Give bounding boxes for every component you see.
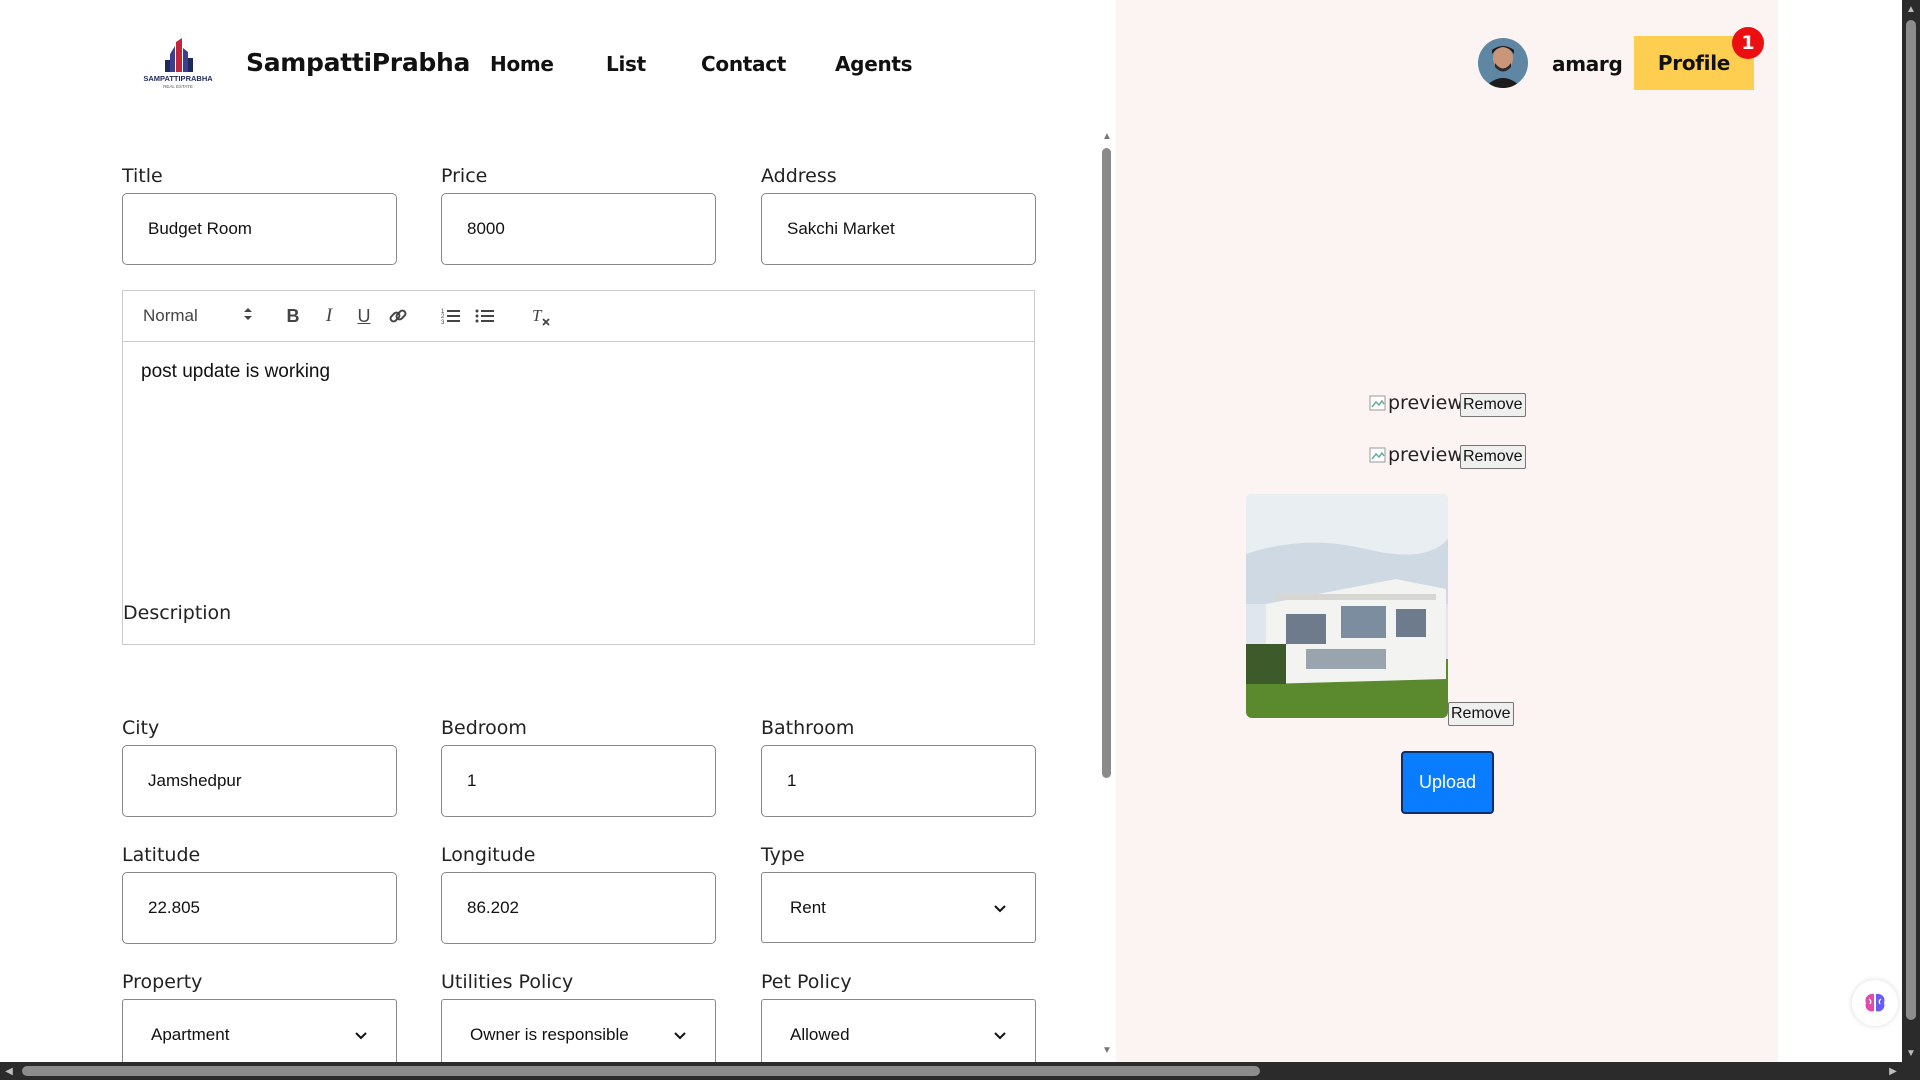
editor-content[interactable]: post update is working: [141, 361, 330, 383]
type-label: Type: [761, 844, 805, 866]
bedroom-label: Bedroom: [441, 717, 527, 739]
bathroom-label: Bathroom: [761, 717, 855, 739]
page-scroll-left-arrow[interactable]: ◀: [2, 1064, 16, 1078]
page-horizontal-thumb[interactable]: [22, 1066, 1260, 1076]
ordered-list-icon[interactable]: 123: [439, 303, 463, 329]
page-scroll-down-arrow[interactable]: ▼: [1904, 1046, 1918, 1060]
avatar[interactable]: [1478, 38, 1528, 88]
remove-image-2-button[interactable]: Remove: [1460, 445, 1526, 469]
remove-image-1-button[interactable]: Remove: [1460, 393, 1526, 417]
utilities-select[interactable]: Owner is responsible: [441, 999, 716, 1070]
pet-policy-label: Pet Policy: [761, 971, 852, 993]
city-input[interactable]: Jamshedpur: [122, 745, 397, 817]
longitude-input[interactable]: 86.202: [441, 872, 716, 944]
format-select[interactable]: Normal: [143, 303, 253, 329]
svg-text:T: T: [532, 306, 543, 325]
preview-alt-text: preview: [1388, 392, 1463, 414]
price-label: Price: [441, 165, 488, 187]
city-label: City: [122, 717, 160, 739]
nav-agents[interactable]: Agents: [835, 52, 913, 76]
page-vertical-thumb[interactable]: [1906, 20, 1916, 1020]
house-photo: [1246, 494, 1448, 718]
nav-contact[interactable]: Contact: [701, 52, 786, 76]
remove-image-3-button[interactable]: Remove: [1448, 702, 1514, 726]
brain-icon[interactable]: [1852, 980, 1898, 1026]
preview-alt-text: preview: [1388, 444, 1463, 466]
underline-icon[interactable]: U: [352, 303, 376, 329]
longitude-label: Longitude: [441, 844, 536, 866]
chevron-down-icon: [994, 904, 1006, 912]
nav-home[interactable]: Home: [490, 52, 554, 76]
scroll-up-arrow[interactable]: ▲: [1101, 130, 1113, 142]
latitude-label: Latitude: [122, 844, 201, 866]
scroll-down-arrow[interactable]: ▼: [1101, 1044, 1113, 1056]
notification-badge: 1: [1732, 27, 1764, 59]
logo-subtext: REAL ESTATE: [163, 84, 193, 89]
preview-image-2: preview: [1368, 444, 1463, 466]
address-label: Address: [761, 165, 837, 187]
page-scroll-up-arrow[interactable]: ▲: [1904, 2, 1918, 16]
bullet-list-icon[interactable]: [473, 303, 497, 329]
logo-text: SAMPATTIPRABHA: [143, 74, 213, 83]
brand-name[interactable]: SampattiPrabha: [246, 48, 470, 77]
page-scroll-right-arrow[interactable]: ▶: [1886, 1064, 1900, 1078]
bedroom-input[interactable]: 1: [441, 745, 716, 817]
page-vertical-scrollbar[interactable]: ▲ ▼: [1902, 0, 1920, 1062]
nav-list[interactable]: List: [606, 52, 646, 76]
title-input[interactable]: Budget Room: [122, 193, 397, 265]
type-select[interactable]: Rent: [761, 872, 1036, 943]
pet-policy-select[interactable]: Allowed: [761, 999, 1036, 1070]
page-horizontal-scrollbar[interactable]: ◀ ▶: [0, 1062, 1920, 1080]
upload-button[interactable]: Upload: [1401, 751, 1494, 814]
username[interactable]: amarg: [1552, 52, 1623, 76]
bathroom-input[interactable]: 1: [761, 745, 1036, 817]
chevron-down-icon: [355, 1031, 367, 1039]
description-editor[interactable]: Normal B I U 123 T post update is workin…: [122, 290, 1035, 645]
chevron-down-icon: [994, 1031, 1006, 1039]
latitude-input[interactable]: 22.805: [122, 872, 397, 944]
address-input[interactable]: Sakchi Market: [761, 193, 1036, 265]
brand-logo[interactable]: SAMPATTIPRABHA REAL ESTATE: [140, 36, 216, 90]
link-icon[interactable]: [386, 303, 410, 329]
broken-image-icon: [1369, 395, 1386, 411]
utilities-label: Utilities Policy: [441, 971, 574, 993]
editor-toolbar: Normal B I U 123 T: [123, 291, 1034, 342]
type-select-value: Rent: [790, 897, 826, 917]
pet-policy-select-value: Allowed: [790, 1024, 850, 1044]
bold-icon[interactable]: B: [281, 303, 305, 329]
format-select-value: Normal: [143, 306, 198, 325]
svg-text:3: 3: [441, 320, 445, 325]
preview-image-1: preview: [1368, 392, 1463, 414]
property-select-value: Apartment: [151, 1024, 230, 1044]
utilities-select-value: Owner is responsible: [470, 1024, 629, 1044]
description-label: Description: [123, 602, 232, 624]
clear-format-icon[interactable]: T: [529, 303, 553, 329]
property-select[interactable]: Apartment: [122, 999, 397, 1070]
property-label: Property: [122, 971, 203, 993]
title-label: Title: [122, 165, 163, 187]
form-scrollbar-thumb[interactable]: [1102, 148, 1111, 778]
chevron-down-icon: [674, 1031, 686, 1039]
updown-icon: [243, 306, 253, 326]
italic-icon[interactable]: I: [317, 303, 341, 329]
price-input[interactable]: 8000: [441, 193, 716, 265]
broken-image-icon: [1369, 447, 1386, 463]
